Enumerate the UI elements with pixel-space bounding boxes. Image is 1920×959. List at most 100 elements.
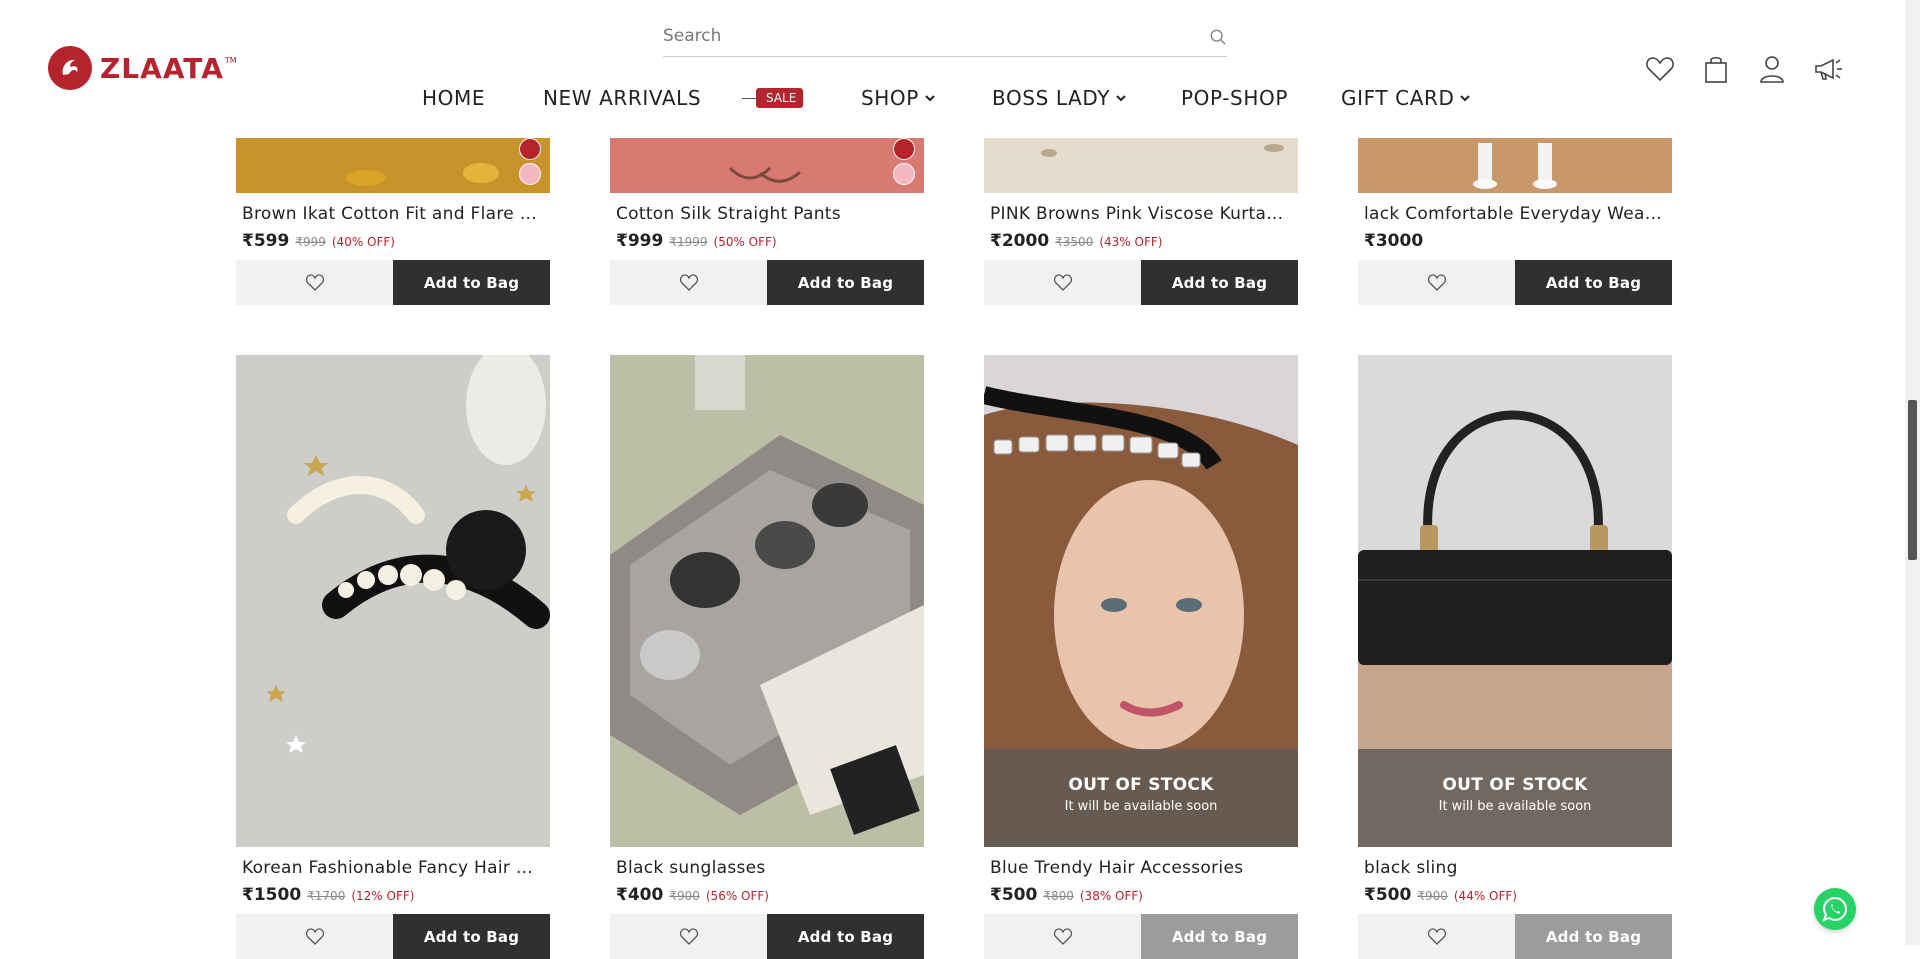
price-discount: (56% OFF) — [705, 889, 769, 903]
heart-icon — [1427, 927, 1446, 945]
product-image[interactable] — [984, 138, 1298, 193]
out-of-stock-overlay: OUT OF STOCK It will be available soon — [984, 749, 1298, 847]
price-current: ₹500 — [1364, 885, 1412, 905]
wishlist-button[interactable] — [610, 914, 767, 959]
add-to-bag-button[interactable]: Add to Bag — [393, 914, 550, 959]
product-card[interactable]: Brown Ikat Cotton Fit and Flare Ma... ₹5… — [236, 138, 550, 305]
product-card[interactable]: Black sunglasses ₹400 ₹900 (56% OFF) Add… — [610, 355, 924, 959]
product-card[interactable]: lack Comfortable Everyday Wear fo... ₹30… — [1358, 138, 1672, 305]
oos-subtitle: It will be available soon — [1064, 799, 1218, 814]
product-price: ₹2000 ₹3500 (43% OFF) — [990, 231, 1162, 251]
product-title[interactable]: black sling — [1364, 858, 1666, 878]
search-icon[interactable] — [1209, 28, 1227, 46]
color-swatch[interactable] — [893, 163, 915, 185]
brand-logo[interactable]: ZLAATA TM — [48, 46, 237, 90]
price-current: ₹400 — [616, 885, 664, 905]
price-discount: (44% OFF) — [1453, 889, 1517, 903]
nav-boss-lady-label: BOSS LADY — [992, 86, 1111, 110]
add-to-bag-button[interactable]: Add to Bag — [767, 914, 924, 959]
search-input[interactable] — [663, 18, 1183, 54]
wishlist-button[interactable] — [610, 260, 767, 305]
scrollbar-thumb[interactable] — [1908, 400, 1917, 560]
wishlist-button[interactable] — [236, 260, 393, 305]
color-swatch[interactable] — [893, 138, 915, 160]
heart-icon — [679, 273, 698, 291]
product-image[interactable] — [610, 355, 924, 847]
card-actions: Add to Bag — [236, 914, 550, 959]
card-actions: Add to Bag — [610, 914, 924, 959]
product-card[interactable]: Cotton Silk Straight Pants ₹999 ₹1999 (5… — [610, 138, 924, 305]
chevron-down-icon — [1116, 95, 1126, 102]
page-scrollbar[interactable] — [1905, 0, 1920, 945]
nav-boss-lady[interactable]: BOSS LADY — [992, 86, 1127, 110]
price-mrp: ₹900 — [669, 889, 700, 903]
nav-new-arrivals-label: NEW ARRIVALS — [543, 86, 702, 110]
bag-icon[interactable] — [1699, 52, 1733, 86]
heart-icon[interactable] — [1643, 52, 1677, 86]
product-price: ₹400 ₹900 (56% OFF) — [616, 885, 769, 905]
product-title[interactable]: Black sunglasses — [616, 858, 918, 878]
price-current: ₹2000 — [990, 231, 1050, 251]
product-title[interactable]: lack Comfortable Everyday Wear fo... — [1364, 204, 1666, 224]
oos-title: OUT OF STOCK — [1068, 775, 1214, 795]
price-current: ₹999 — [616, 231, 664, 251]
wishlist-button[interactable] — [984, 260, 1141, 305]
add-to-bag-button[interactable]: Add to Bag — [1515, 914, 1672, 959]
nav-shop[interactable]: SHOP — [861, 86, 936, 110]
nav-pop-shop-label: POP-SHOP — [1181, 86, 1288, 110]
product-title[interactable]: Cotton Silk Straight Pants — [616, 204, 918, 224]
wishlist-button[interactable] — [236, 914, 393, 959]
add-to-bag-button[interactable]: Add to Bag — [1141, 914, 1298, 959]
logo-mark-icon — [48, 46, 92, 90]
card-actions: Add to Bag — [984, 914, 1298, 959]
product-card[interactable]: OUT OF STOCK It will be available soon B… — [984, 355, 1298, 959]
product-card[interactable]: PINK Browns Pink Viscose Kurta... ₹2000 … — [984, 138, 1298, 305]
card-actions: Add to Bag — [984, 260, 1298, 305]
card-actions: Add to Bag — [1358, 914, 1672, 959]
add-to-bag-button[interactable]: Add to Bag — [393, 260, 550, 305]
price-current: ₹599 — [242, 231, 290, 251]
product-title[interactable]: Korean Fashionable Fancy Hair Cla... — [242, 858, 544, 878]
nav-home[interactable]: HOME — [422, 86, 485, 110]
product-image[interactable] — [236, 355, 550, 847]
color-swatch[interactable] — [519, 163, 541, 185]
add-to-bag-button[interactable]: Add to Bag — [1515, 260, 1672, 305]
product-price: ₹500 ₹800 (38% OFF) — [990, 885, 1143, 905]
tag-string — [742, 97, 756, 99]
product-image[interactable] — [610, 138, 924, 193]
wishlist-button[interactable] — [984, 914, 1141, 959]
user-icon[interactable] — [1755, 52, 1789, 86]
nav-gift-card-label: GIFT CARD — [1341, 86, 1455, 110]
product-card[interactable]: Korean Fashionable Fancy Hair Cla... ₹15… — [236, 355, 550, 959]
product-image[interactable] — [1358, 138, 1672, 193]
nav-sale[interactable]: SALE — [742, 88, 804, 108]
megaphone-icon[interactable] — [1811, 52, 1845, 86]
price-mrp: ₹900 — [1417, 889, 1448, 903]
product-title[interactable]: Brown Ikat Cotton Fit and Flare Ma... — [242, 204, 544, 224]
search-bar — [663, 18, 1227, 57]
add-to-bag-button[interactable]: Add to Bag — [1141, 260, 1298, 305]
color-swatch[interactable] — [519, 138, 541, 160]
nav-new-arrivals[interactable]: NEW ARRIVALS — [543, 86, 701, 110]
heart-icon — [1053, 927, 1072, 945]
whatsapp-chat-button[interactable] — [1814, 888, 1856, 930]
nav-pop-shop[interactable]: POP-SHOP — [1181, 86, 1288, 110]
price-mrp: ₹800 — [1043, 889, 1074, 903]
add-to-bag-button[interactable]: Add to Bag — [767, 260, 924, 305]
price-discount: (38% OFF) — [1079, 889, 1143, 903]
nav-gift-card[interactable]: GIFT CARD — [1341, 86, 1471, 110]
wishlist-button[interactable] — [1358, 914, 1515, 959]
product-image[interactable] — [236, 138, 550, 193]
price-current: ₹3000 — [1364, 231, 1424, 251]
brand-tm: TM — [224, 55, 237, 65]
nav-shop-label: SHOP — [861, 86, 919, 110]
product-title[interactable]: PINK Browns Pink Viscose Kurta... — [990, 204, 1292, 224]
wishlist-button[interactable] — [1358, 260, 1515, 305]
nav-home-label: HOME — [422, 86, 486, 110]
price-current: ₹1500 — [242, 885, 302, 905]
product-card[interactable]: OUT OF STOCK It will be available soon b… — [1358, 355, 1672, 959]
site-header: ZLAATATM HOME NEW ARRIVALS SHOP BOSS LAD… — [0, 0, 1905, 138]
heart-icon — [305, 927, 324, 945]
product-title[interactable]: Blue Trendy Hair Accessories — [990, 858, 1292, 878]
price-mrp: ₹1999 — [669, 235, 708, 249]
